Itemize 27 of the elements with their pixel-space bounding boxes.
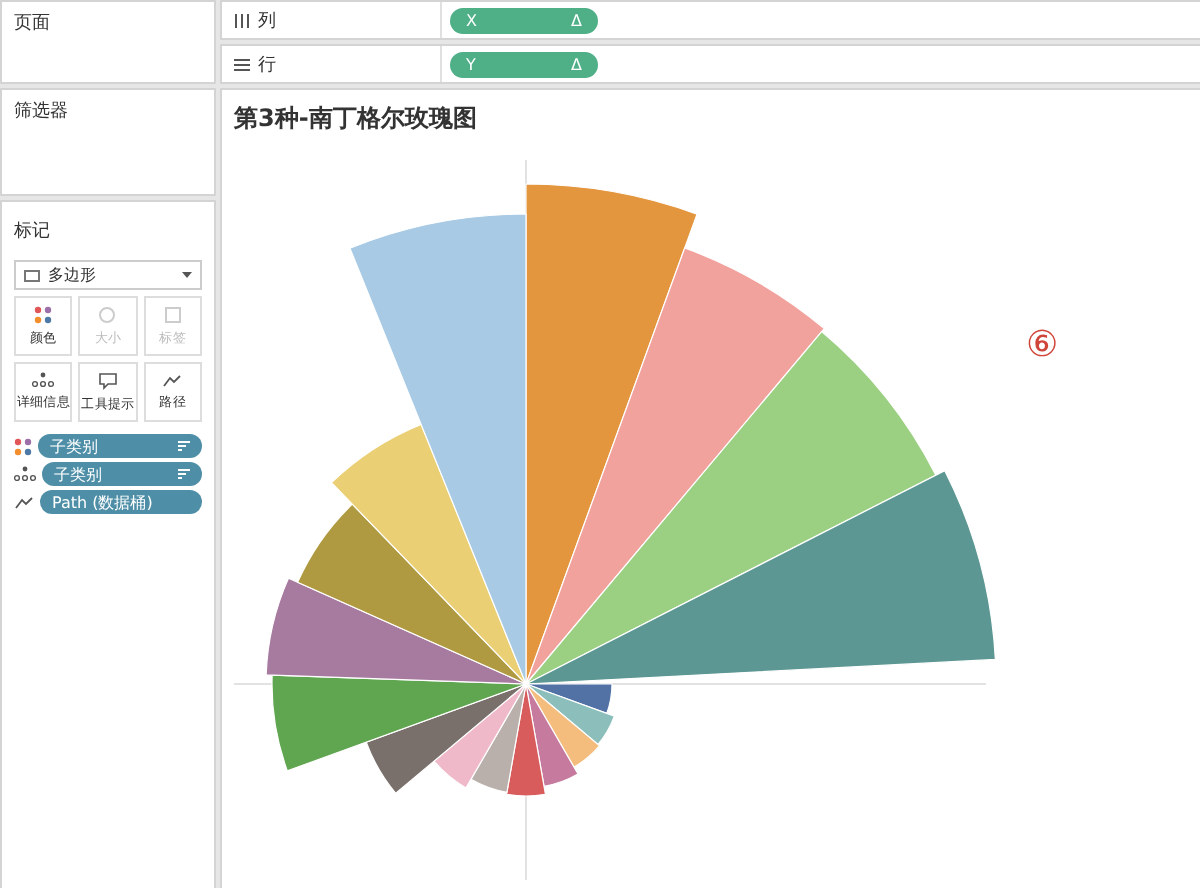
detail-dots-icon <box>14 466 36 482</box>
panel-title: 筛选器 <box>14 99 70 124</box>
panel-title: 页面 <box>14 12 52 36</box>
polygon-mark-icon <box>24 269 40 281</box>
columns-icon <box>234 13 250 27</box>
annotation-number: ⑥ <box>1026 324 1059 366</box>
label-icon <box>163 305 182 323</box>
field-pill[interactable]: Y Δ <box>450 51 598 77</box>
field-pill[interactable]: Path (数据桶) <box>40 490 202 514</box>
field-pill[interactable]: 子类别 <box>38 434 202 458</box>
field-pill[interactable]: 子类别 <box>42 462 202 486</box>
color-dots-icon <box>34 305 53 323</box>
detail-dots-icon <box>32 372 55 388</box>
shelf-label-text: 列 <box>258 9 276 33</box>
color-dots-icon <box>14 437 32 455</box>
chart-title: 第3种-南丁格尔玫瑰图 <box>234 102 477 136</box>
caret-icon <box>182 272 192 278</box>
shelf-label-text: 行 <box>258 53 276 77</box>
panel-title: 标记 <box>14 219 52 244</box>
field-pill[interactable]: X Δ <box>450 7 598 33</box>
line-path-icon <box>162 373 183 387</box>
line-path-icon <box>14 495 34 509</box>
rows-icon <box>234 57 250 71</box>
mark-type-dropdown[interactable]: 多边形 <box>14 260 202 290</box>
speech-bubble-icon <box>97 371 118 389</box>
size-icon <box>98 305 117 323</box>
dropdown-value: 多边形 <box>48 264 98 286</box>
